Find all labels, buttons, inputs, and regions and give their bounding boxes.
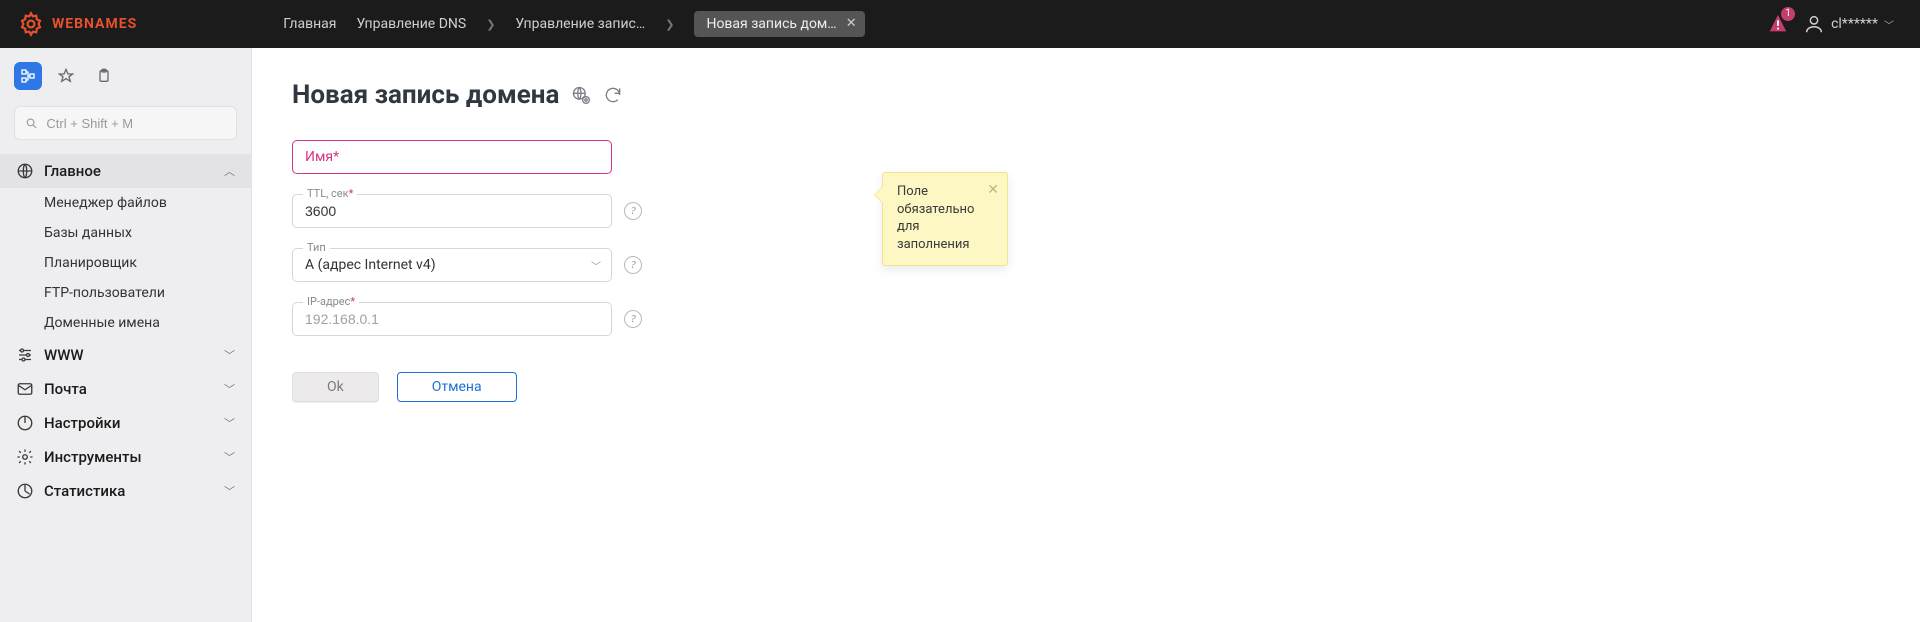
nav-group-www-label: WWW xyxy=(44,346,84,364)
chevron-down-icon: ﹀ xyxy=(224,347,235,363)
chevron-up-icon: ︿ xyxy=(224,163,235,179)
topbar: WEBNAMES Главная Управление DNS ❯ Управл… xyxy=(0,0,1920,48)
user-icon xyxy=(1803,13,1825,35)
chevron-down-icon: ﹀ xyxy=(224,381,235,397)
cancel-button[interactable]: Отмена xyxy=(397,372,517,402)
sidebar-tab-tree[interactable] xyxy=(14,62,42,90)
type-label: Тип xyxy=(303,241,330,254)
nav-group-settings-label: Настройки xyxy=(44,414,120,432)
globe-gear-icon[interactable] xyxy=(571,85,591,105)
breadcrumb-records[interactable]: Управление запис… xyxy=(515,0,645,48)
hint-icon[interactable]: ? xyxy=(624,310,642,328)
sidebar-tabs xyxy=(0,48,251,96)
refresh-icon[interactable] xyxy=(603,85,623,105)
field-row-ttl: TTL, сек* ? xyxy=(292,194,642,228)
gear-icon xyxy=(16,448,34,466)
ttl-input[interactable] xyxy=(305,203,599,219)
notifications-badge: 1 xyxy=(1781,7,1795,21)
hint-icon[interactable]: ? xyxy=(624,256,642,274)
main-content: Новая запись домена Имя* TTL, сек* ? Тип… xyxy=(252,48,1920,622)
sidebar-tab-clipboard[interactable] xyxy=(90,62,118,90)
search-input[interactable] xyxy=(46,116,226,131)
field-row-ip: IP-адрес* ? xyxy=(292,302,642,336)
nav-group-settings[interactable]: Настройки ﹀ xyxy=(0,406,251,440)
mail-icon xyxy=(16,380,34,398)
nav-group-mail-label: Почта xyxy=(44,380,87,398)
chevron-down-icon: ﹀ xyxy=(224,483,235,499)
breadcrumb-home[interactable]: Главная xyxy=(283,0,336,48)
sidebar-search[interactable] xyxy=(14,106,237,140)
type-value: A (адрес Internet v4) xyxy=(305,257,599,273)
ttl-label: TTL, сек* xyxy=(303,187,357,200)
field-row-name: Имя* xyxy=(292,140,642,174)
ok-button[interactable]: Ok xyxy=(292,372,379,402)
dashboard-icon xyxy=(16,162,34,180)
user-label: cl****** xyxy=(1831,16,1878,32)
chevron-down-icon: ﹀ xyxy=(224,415,235,431)
nav-group-mail[interactable]: Почта ﹀ xyxy=(0,372,251,406)
ip-field[interactable]: IP-адрес* xyxy=(292,302,612,336)
nav-file-manager[interactable]: Менеджер файлов xyxy=(0,188,251,218)
gear-icon xyxy=(18,11,44,37)
close-icon[interactable]: ✕ xyxy=(987,181,999,200)
brand-logo[interactable]: WEBNAMES xyxy=(0,11,153,37)
nav-group-tools[interactable]: Инструменты ﹀ xyxy=(0,440,251,474)
nav-databases[interactable]: Базы данных xyxy=(0,218,251,248)
name-field[interactable]: Имя* xyxy=(292,140,612,174)
nav-group-www[interactable]: WWW ﹀ xyxy=(0,338,251,372)
brand-name: WEBNAMES xyxy=(52,16,137,32)
form-actions: Ok Отмена xyxy=(292,372,1880,402)
sliders-icon xyxy=(16,346,34,364)
hint-icon[interactable]: ? xyxy=(624,202,642,220)
nav-group-stats-label: Статистика xyxy=(44,482,125,500)
chevron-down-icon: ﹀ xyxy=(1884,17,1894,32)
page-title-row: Новая запись домена xyxy=(292,80,1880,110)
nav-group-main[interactable]: Главное ︿ xyxy=(0,154,251,188)
topbar-right: 1 cl****** ﹀ xyxy=(1767,13,1920,35)
breadcrumb-dns[interactable]: Управление DNS xyxy=(356,0,466,48)
notifications-icon[interactable]: 1 xyxy=(1767,13,1789,35)
search-icon xyxy=(25,116,38,131)
user-menu[interactable]: cl****** ﹀ xyxy=(1803,13,1894,35)
breadcrumb-current[interactable]: Новая запись дом… ✕ xyxy=(694,11,864,37)
field-row-type: Тип A (адрес Internet v4) ﹀ ? xyxy=(292,248,642,282)
ip-label: IP-адрес* xyxy=(303,295,359,308)
nav-group-tools-label: Инструменты xyxy=(44,448,142,466)
sidebar-tab-favorites[interactable] xyxy=(52,62,80,90)
stats-icon xyxy=(16,482,34,500)
chevron-right-icon: ❯ xyxy=(665,18,674,31)
nav-group-stats[interactable]: Статистика ﹀ xyxy=(0,474,251,508)
type-field[interactable]: Тип A (адрес Internet v4) ﹀ xyxy=(292,248,612,282)
page-title: Новая запись домена xyxy=(292,80,559,110)
close-icon[interactable]: ✕ xyxy=(846,11,857,37)
chevron-down-icon: ﹀ xyxy=(224,449,235,465)
chevron-right-icon: ❯ xyxy=(486,18,495,31)
ttl-field[interactable]: TTL, сек* xyxy=(292,194,612,228)
ip-input[interactable] xyxy=(305,311,599,327)
nav-children-main: Менеджер файлов Базы данных Планировщик … xyxy=(0,188,251,338)
nav-domains[interactable]: Доменные имена xyxy=(0,308,251,338)
breadcrumbs: Главная Управление DNS ❯ Управление запи… xyxy=(283,0,864,48)
validation-tooltip: ✕ Поле обязательно для заполнения xyxy=(882,172,1008,266)
power-icon xyxy=(16,414,34,432)
nav-group-main-label: Главное xyxy=(44,162,101,180)
breadcrumb-current-label: Новая запись дом… xyxy=(706,11,836,37)
chevron-down-icon: ﹀ xyxy=(591,258,601,273)
sidebar: Главное ︿ Менеджер файлов Базы данных Пл… xyxy=(0,48,252,622)
nav-scheduler[interactable]: Планировщик xyxy=(0,248,251,278)
validation-tooltip-text: Поле обязательно для заполнения xyxy=(897,184,974,252)
nav-ftp-users[interactable]: FTP-пользователи xyxy=(0,278,251,308)
